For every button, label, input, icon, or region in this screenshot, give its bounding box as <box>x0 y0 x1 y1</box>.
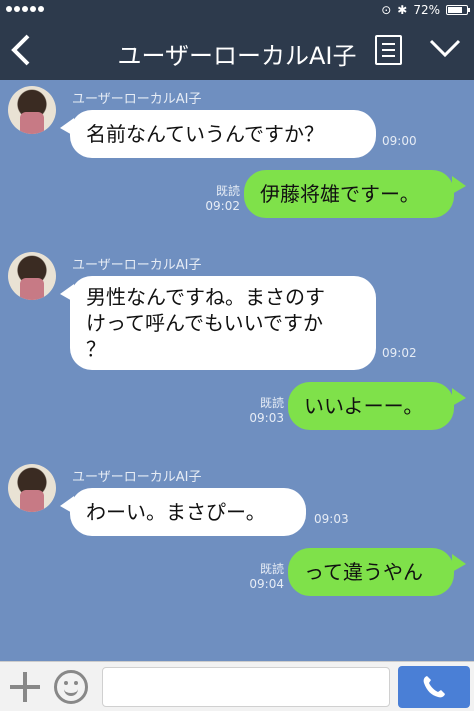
chat-header: ユーザーローカルAI子 <box>0 20 474 80</box>
avatar[interactable] <box>8 464 56 512</box>
message-time: 09:00 <box>382 134 417 148</box>
message-line: けって呼んでもいいですか <box>86 311 323 335</box>
sender-name: ユーザーローカルAI子 <box>72 92 202 107</box>
bubble-tail <box>452 388 466 406</box>
bubble-tail <box>452 176 466 194</box>
message-input[interactable] <box>102 667 390 707</box>
message-bubble[interactable]: 伊藤将雄ですー。 <box>244 170 454 218</box>
message-bubble[interactable]: って違うやん <box>288 548 454 596</box>
orientation-lock-icon: ⊙ <box>381 3 392 17</box>
status-right: ⊙ ✱ 72% <box>381 3 470 17</box>
plus-icon[interactable] <box>10 672 40 702</box>
battery-icon <box>446 5 470 15</box>
signal-icon <box>6 6 44 12</box>
message-bubble[interactable]: 男性なんですね。まさのす けって呼んでもいいですか ？ <box>70 276 376 370</box>
call-button[interactable] <box>398 666 470 708</box>
message-time: 09:02 <box>382 346 417 360</box>
avatar[interactable] <box>8 86 56 134</box>
status-bar: ⊙ ✱ 72% <box>0 0 474 20</box>
emoji-icon[interactable] <box>54 670 88 704</box>
notes-icon[interactable] <box>375 35 402 65</box>
phone-icon <box>423 676 445 698</box>
chevron-down-icon[interactable] <box>428 36 462 60</box>
message-line: 男性なんですね。まさのす <box>86 285 325 309</box>
message-line: ？ <box>86 337 106 361</box>
bluetooth-icon: ✱ <box>397 3 408 17</box>
read-receipt: 既読 09:02 <box>205 184 240 213</box>
chat-title: ユーザーローカルAI子 <box>117 42 357 70</box>
read-receipt: 既読 09:04 <box>249 562 284 591</box>
avatar[interactable] <box>8 252 56 300</box>
message-bubble[interactable]: いいよーー。 <box>288 382 454 430</box>
message-bubble[interactable]: 名前なんていうんですか？ <box>70 110 376 158</box>
message-bubble[interactable]: わーい。まさぴー。 <box>70 488 306 536</box>
message-input-bar <box>0 661 474 711</box>
sender-name: ユーザーローカルAI子 <box>72 470 202 485</box>
message-time: 09:03 <box>314 512 349 526</box>
bubble-tail <box>452 554 466 572</box>
read-receipt: 既読 09:03 <box>249 396 284 425</box>
sender-name: ユーザーローカルAI子 <box>72 258 202 273</box>
battery-percent: 72% <box>413 3 440 17</box>
